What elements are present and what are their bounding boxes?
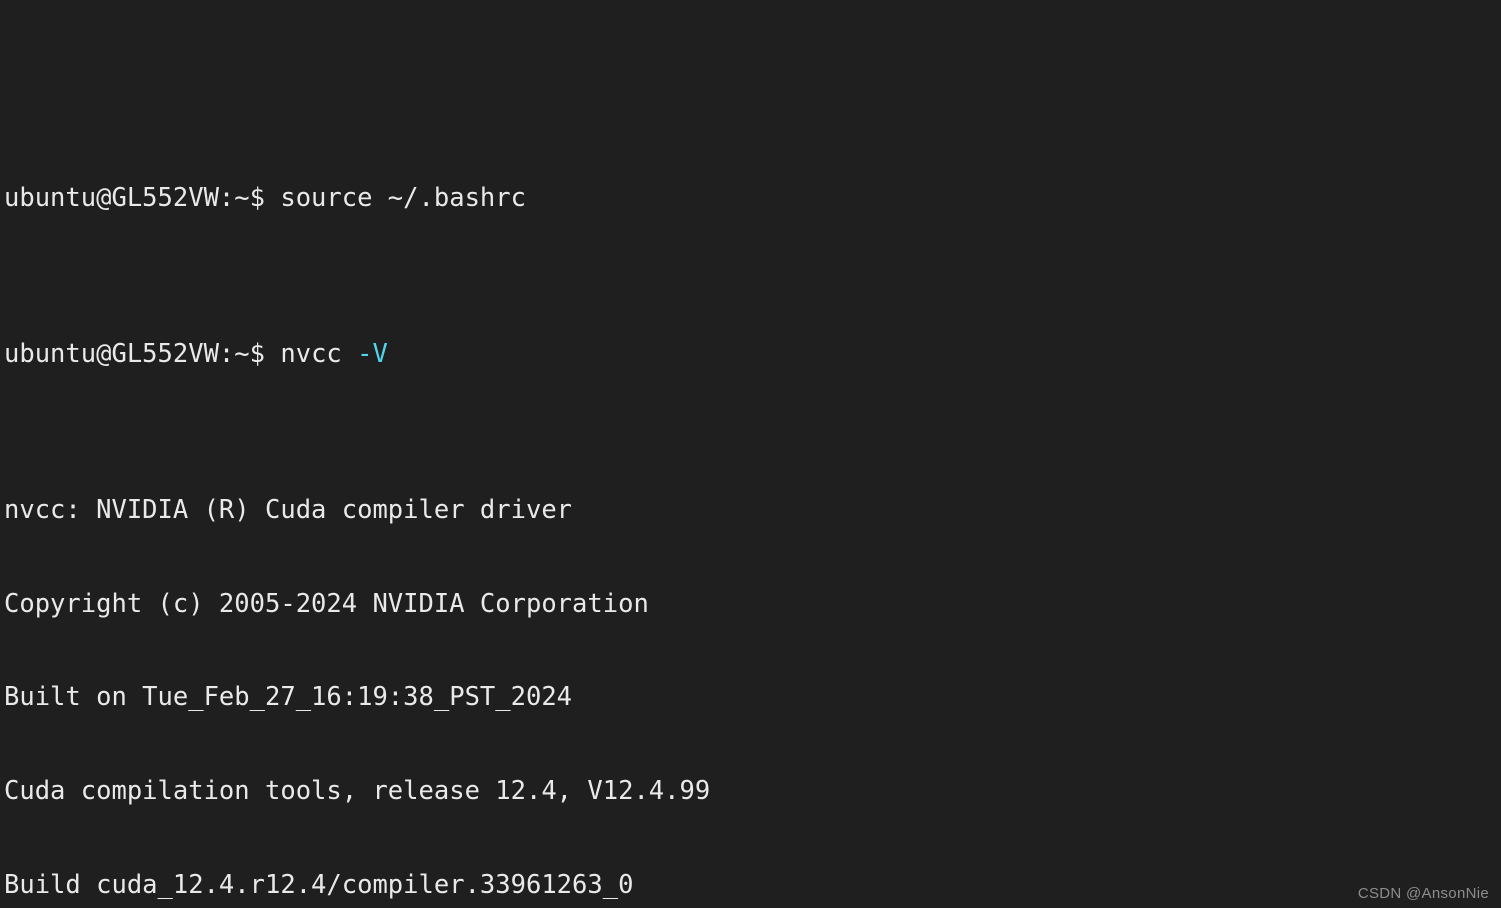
command-nvcc: nvcc <box>280 339 342 370</box>
terminal-line-nvcc-build: Build cuda_12.4.r12.4/compiler.33961263_… <box>4 869 634 900</box>
terminal-line-nvcc-built-on: Built on Tue_Feb_27_16:19:38_PST_2024 <box>4 682 573 713</box>
terminal-line-command-nvcc: ubuntu@GL552VW:~$ nvcc -V <box>4 339 1501 370</box>
shell-prompt: ubuntu@GL552VW:~$ <box>4 339 265 370</box>
terminal-line-nvcc-copyright: Copyright (c) 2005-2024 NVIDIA Corporati… <box>4 588 649 619</box>
space-separator <box>342 339 357 369</box>
terminal-screen[interactable]: ubuntu@GL552VW:~$ source ~/.bashrc ubunt… <box>0 58 1501 908</box>
terminal-line-command-source: ubuntu@GL552VW:~$ source ~/.bashrc <box>4 183 526 214</box>
space-separator <box>265 339 280 369</box>
terminal-line-nvcc-release: Cuda compilation tools, release 12.4, V1… <box>4 776 711 806</box>
terminal-window[interactable]: ubuntu@GL552VW:~$ source ~/.bashrc ubunt… <box>0 0 1501 908</box>
terminal-line-nvcc-driver: nvcc: NVIDIA (R) Cuda compiler driver <box>4 495 573 526</box>
watermark-label: CSDN @AnsonNie <box>1357 885 1489 902</box>
command-flag-version: -V <box>357 339 388 370</box>
